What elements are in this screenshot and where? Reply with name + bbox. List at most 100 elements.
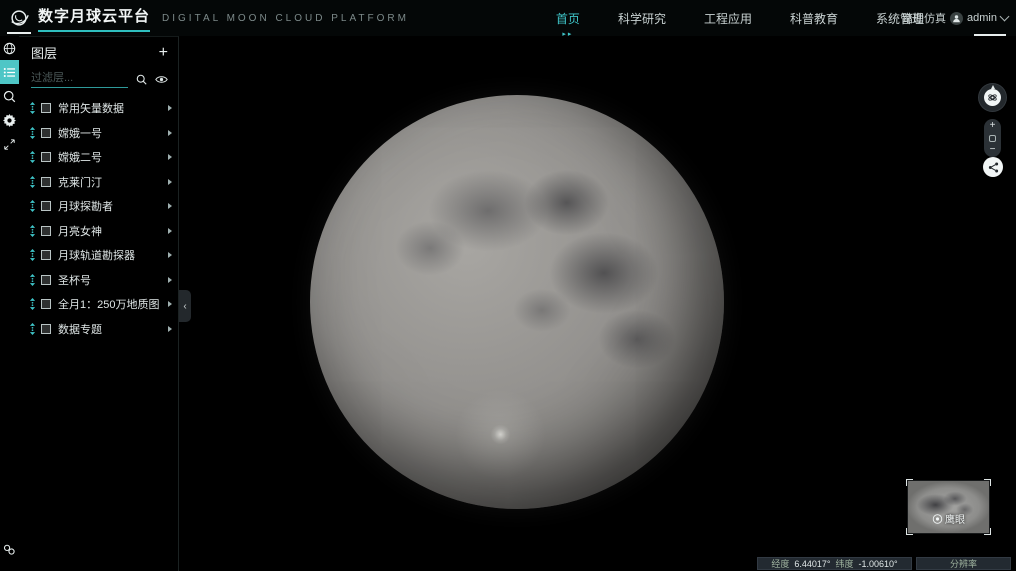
- layer-checkbox[interactable]: [41, 128, 51, 138]
- resolution-readout: 分辨率: [916, 557, 1011, 570]
- chevron-right-icon[interactable]: [168, 130, 172, 136]
- layer-label: 月球轨道勘探器: [58, 247, 164, 263]
- layer-checkbox[interactable]: [41, 275, 51, 285]
- nav-item[interactable]: 首页 ▸▸: [554, 6, 582, 31]
- person-icon: [952, 14, 961, 23]
- search-icon[interactable]: [136, 74, 147, 85]
- app-logo: [0, 0, 38, 36]
- layer-list: 常用矢量数据 嫦娥一号 嫦娥二号: [19, 96, 178, 341]
- layers-panel-title: 图层: [31, 43, 57, 62]
- chevron-right-icon[interactable]: [168, 252, 172, 258]
- drag-handle-icon[interactable]: [28, 102, 36, 114]
- drag-handle-icon[interactable]: [28, 323, 36, 335]
- layer-label: 常用矢量数据: [58, 100, 164, 116]
- compass-gyro-icon: [984, 89, 1001, 106]
- layer-label: 月亮女神: [58, 223, 164, 239]
- compass-control[interactable]: [979, 84, 1006, 111]
- minimap-label: 鹰眼: [932, 511, 965, 526]
- nav-item[interactable]: 科普教育: [788, 6, 840, 31]
- fullscreen-icon[interactable]: [0, 132, 19, 156]
- compass-north-marker: [991, 85, 995, 89]
- chevron-right-icon[interactable]: [168, 154, 172, 160]
- layer-label: 嫦娥一号: [58, 125, 164, 141]
- add-layer-button[interactable]: +: [159, 46, 168, 60]
- sidebar-collapse-button[interactable]: ‹: [179, 290, 191, 322]
- layer-checkbox[interactable]: [41, 226, 51, 236]
- layer-checkbox[interactable]: [41, 299, 51, 309]
- layer-row[interactable]: 圣杯号: [19, 268, 178, 293]
- nav-item[interactable]: 科学研究: [616, 6, 668, 31]
- link-icon[interactable]: [0, 537, 19, 561]
- user-role-label: 踏勘仿真: [902, 10, 946, 26]
- drag-handle-icon[interactable]: [28, 225, 36, 237]
- username-label: admin: [967, 12, 997, 24]
- layer-label: 圣杯号: [58, 272, 164, 288]
- layers-panel: 图层 + 常用矢量数据: [19, 36, 179, 571]
- layer-row[interactable]: 月球轨道勘探器: [19, 243, 178, 268]
- status-bar: 经度 6.44017° 纬度 -1.00610° 分辨率: [757, 557, 1011, 570]
- chevron-left-icon: ‹: [183, 301, 186, 312]
- layer-row[interactable]: 常用矢量数据: [19, 96, 178, 121]
- zoom-in-button[interactable]: +: [990, 122, 996, 130]
- globe-icon[interactable]: [0, 36, 19, 60]
- layer-checkbox[interactable]: [41, 201, 51, 211]
- layer-row[interactable]: 数据专题: [19, 317, 178, 342]
- layer-row[interactable]: 嫦娥二号: [19, 145, 178, 170]
- layer-row[interactable]: 嫦娥一号: [19, 121, 178, 146]
- overview-minimap[interactable]: 鹰眼: [908, 481, 989, 533]
- brand: 数字月球云平台 DIGITAL MOON CLOUD PLATFORM: [38, 5, 409, 32]
- search-globe-icon[interactable]: [0, 84, 19, 108]
- share-icon: [988, 162, 999, 173]
- layers-panel-header: 图层 +: [19, 37, 178, 64]
- layer-filter-input[interactable]: [31, 70, 128, 88]
- drag-handle-icon[interactable]: [28, 151, 36, 163]
- moon-orbit-logo-icon: [8, 7, 30, 29]
- minimap-corner: [906, 479, 913, 486]
- globe-viewport[interactable]: [180, 36, 1016, 571]
- latitude-value: -1.00610°: [859, 559, 898, 569]
- chevron-right-icon[interactable]: [168, 179, 172, 185]
- moon-globe[interactable]: [310, 95, 724, 509]
- user-menu[interactable]: 踏勘仿真 admin: [902, 0, 1008, 36]
- page-title: 数字月球云平台: [38, 5, 150, 32]
- latitude-label: 纬度: [836, 557, 854, 570]
- avatar: [950, 12, 963, 25]
- drag-handle-icon[interactable]: [28, 176, 36, 188]
- layer-checkbox[interactable]: [41, 250, 51, 260]
- layer-filter-row: [31, 70, 168, 88]
- zoom-out-button[interactable]: −: [990, 146, 996, 154]
- eagle-eye-icon: [932, 514, 942, 524]
- layer-row[interactable]: 全月1：250万地质图: [19, 292, 178, 317]
- chevron-right-icon[interactable]: [168, 301, 172, 307]
- layer-label: 数据专题: [58, 321, 164, 337]
- layer-row[interactable]: 月球探勘者: [19, 194, 178, 219]
- nav-item[interactable]: 工程应用: [702, 6, 754, 31]
- layer-row[interactable]: 月亮女神: [19, 219, 178, 244]
- drag-handle-icon[interactable]: [28, 200, 36, 212]
- layer-row[interactable]: 克莱门汀: [19, 170, 178, 195]
- chevron-right-icon[interactable]: [168, 326, 172, 332]
- layer-checkbox[interactable]: [41, 103, 51, 113]
- chevron-right-icon[interactable]: [168, 203, 172, 209]
- chevron-down-icon: [1000, 12, 1010, 22]
- layer-list-icon[interactable]: [0, 60, 19, 84]
- layer-checkbox[interactable]: [41, 152, 51, 162]
- zoom-reset-button[interactable]: [989, 135, 996, 142]
- share-button[interactable]: [983, 157, 1003, 177]
- drag-handle-icon[interactable]: [28, 298, 36, 310]
- chevron-right-icon[interactable]: [168, 277, 172, 283]
- active-nav-indicator: ▸▸: [562, 30, 573, 38]
- minimap-corner: [906, 528, 913, 535]
- drag-handle-icon[interactable]: [28, 274, 36, 286]
- layer-checkbox[interactable]: [41, 324, 51, 334]
- header: 数字月球云平台 DIGITAL MOON CLOUD PLATFORM 首页 ▸…: [0, 0, 1016, 36]
- layer-checkbox[interactable]: [41, 177, 51, 187]
- gear-icon[interactable]: [0, 108, 19, 132]
- tool-rail: [0, 36, 19, 571]
- drag-handle-icon[interactable]: [28, 249, 36, 261]
- eye-icon[interactable]: [155, 75, 168, 84]
- drag-handle-icon[interactable]: [28, 127, 36, 139]
- chevron-right-icon[interactable]: [168, 228, 172, 234]
- layer-label: 克莱门汀: [58, 174, 164, 190]
- chevron-right-icon[interactable]: [168, 105, 172, 111]
